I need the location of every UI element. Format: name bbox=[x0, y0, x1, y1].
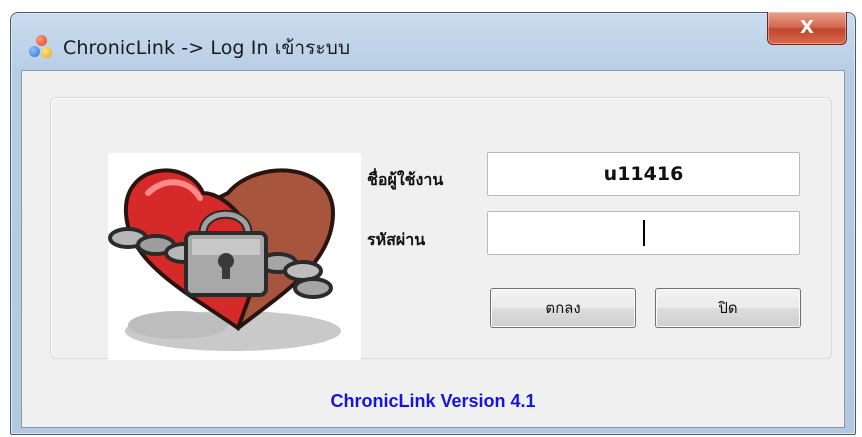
heart-lock-image bbox=[108, 153, 361, 360]
window-title: ChronicLink -> Log In เข้าระบบ bbox=[63, 37, 351, 59]
window-close-button[interactable]: X bbox=[767, 12, 847, 45]
username-value: u11416 bbox=[603, 163, 684, 185]
ok-button[interactable]: ตกลง bbox=[490, 288, 636, 328]
password-field[interactable] bbox=[487, 211, 800, 255]
client-area: ชื่อผู้ใช้งาน u11416 รหัสผ่าน ตกลง ปิด C… bbox=[21, 70, 845, 428]
title-bar[interactable]: ChronicLink -> Log In เข้าระบบ X bbox=[11, 12, 855, 71]
password-label: รหัสผ่าน bbox=[367, 230, 426, 249]
app-icon bbox=[29, 35, 53, 59]
username-label: ชื่อผู้ใช้งาน bbox=[367, 170, 444, 189]
login-window: ChronicLink -> Log In เข้าระบบ X ชื่อผู้… bbox=[10, 12, 856, 435]
username-field[interactable]: u11416 bbox=[487, 152, 800, 196]
close-button[interactable]: ปิด bbox=[655, 288, 801, 328]
version-label: ChronicLink Version 4.1 bbox=[330, 391, 536, 411]
close-icon: X bbox=[800, 17, 814, 38]
text-caret bbox=[643, 220, 645, 246]
login-group: ชื่อผู้ใช้งาน u11416 รหัสผ่าน ตกลง ปิด bbox=[50, 97, 832, 360]
